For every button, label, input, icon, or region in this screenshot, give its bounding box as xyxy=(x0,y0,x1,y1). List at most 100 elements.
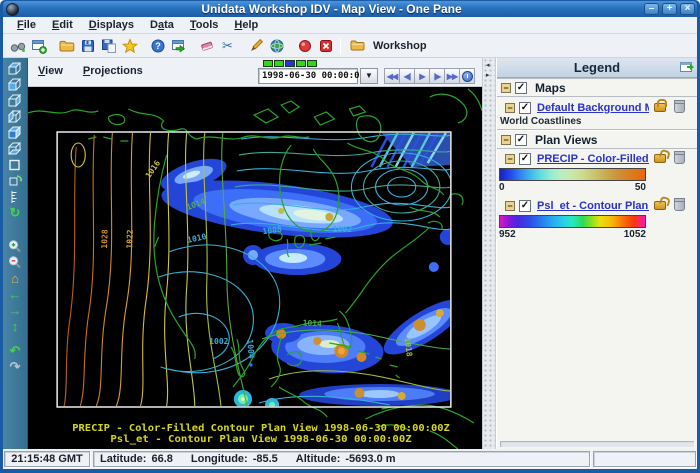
cut-button[interactable]: ✂ xyxy=(217,36,238,56)
help-button[interactable]: ? xyxy=(147,36,168,56)
precip-checkbox[interactable]: ✓ xyxy=(519,153,531,165)
save-bundle-button[interactable] xyxy=(77,36,98,56)
time-field[interactable]: 1998-06-30 00:00:00Z xyxy=(258,68,358,84)
collapse-maps-button[interactable]: − xyxy=(501,83,511,93)
trash-icon[interactable] xyxy=(674,101,685,113)
psl-colorbar[interactable] xyxy=(499,215,646,228)
globe-button[interactable] xyxy=(266,36,287,56)
time-dropdown-button[interactable]: ▼ xyxy=(360,68,378,84)
app-window: Unidata Workshop IDV - Map View - One Pa… xyxy=(0,0,700,473)
cube-view-bottom-button[interactable] xyxy=(5,141,25,156)
window-arrow-icon xyxy=(171,38,187,54)
menu-file[interactable]: File xyxy=(9,18,44,32)
erase-button[interactable] xyxy=(196,36,217,56)
favorites-button[interactable] xyxy=(119,36,140,56)
menu-edit[interactable]: Edit xyxy=(44,18,81,32)
menu-data[interactable]: Data xyxy=(142,18,182,32)
cube-view-solid-button[interactable] xyxy=(5,125,25,140)
trash-icon[interactable] xyxy=(674,199,685,211)
edit-button[interactable] xyxy=(245,36,266,56)
last-frame-button[interactable]: ▶▶ xyxy=(444,68,460,84)
cube-view-front-button[interactable] xyxy=(5,77,25,92)
pan-right-button[interactable]: → xyxy=(5,303,25,318)
refresh-button[interactable]: ↻ xyxy=(5,205,25,220)
psl-display-link[interactable]: Psl_et - Contour Plan Vi... xyxy=(537,200,649,212)
animation-properties-button[interactable] xyxy=(459,68,475,84)
exit-button[interactable] xyxy=(315,36,336,56)
cube-top-icon xyxy=(7,62,23,76)
psl-checkbox[interactable]: ✓ xyxy=(519,200,531,212)
map-visualization[interactable]: 1028 1022 1016 1014 1010 1008 1002 1002 … xyxy=(28,87,482,449)
time-step-4[interactable] xyxy=(296,60,306,67)
step-back-button[interactable]: ◀| xyxy=(399,68,415,84)
step-forward-button[interactable]: |▶ xyxy=(429,68,445,84)
svg-text:1010: 1010 xyxy=(186,232,207,245)
svg-text:1022: 1022 xyxy=(125,229,135,249)
maps-visibility-checkbox[interactable]: ✓ xyxy=(515,82,527,94)
collapse-default-maps-button[interactable]: − xyxy=(505,103,515,113)
record-button[interactable] xyxy=(294,36,315,56)
first-frame-button[interactable]: ◀◀ xyxy=(384,68,400,84)
default-maps-checkbox[interactable]: ✓ xyxy=(519,102,531,114)
reset-box-button[interactable] xyxy=(5,157,25,172)
redo-button[interactable]: ↷ xyxy=(5,359,25,374)
menu-displays[interactable]: Displays xyxy=(81,18,142,32)
chevron-down-icon: ▼ xyxy=(365,71,373,80)
animation-controls: ◀◀ ◀| ▶ |▶ ▶▶ xyxy=(385,68,475,84)
new-display-button[interactable] xyxy=(28,36,49,56)
floppy-copy-icon xyxy=(101,38,117,54)
zoom-in-button[interactable] xyxy=(5,239,25,254)
maps-group-label: Maps xyxy=(535,81,566,95)
time-step-5[interactable] xyxy=(307,60,317,67)
float-legend-icon[interactable] xyxy=(680,61,694,73)
splitter-collapse-right-icon[interactable]: ▸ xyxy=(486,72,490,79)
default-maps-link[interactable]: Default Background Maps xyxy=(537,102,649,114)
cube-front-icon xyxy=(7,78,23,92)
menu-help[interactable]: Help xyxy=(226,18,266,32)
longitude-value: -85.5 xyxy=(253,453,278,465)
precip-colorbar[interactable] xyxy=(499,168,646,181)
export-display-button[interactable] xyxy=(168,36,189,56)
trash-icon[interactable] xyxy=(674,152,685,164)
toolbar-separator xyxy=(340,38,341,54)
zoom-out-button[interactable] xyxy=(5,255,25,270)
undo-button[interactable]: ↶ xyxy=(5,343,25,358)
cube-view-top-button[interactable] xyxy=(5,61,25,76)
open-chooser-button[interactable] xyxy=(7,36,28,56)
play-button[interactable]: ▶ xyxy=(414,68,430,84)
collapse-psl-button[interactable]: − xyxy=(505,201,515,211)
rotate-button[interactable] xyxy=(5,173,25,188)
panel-splitter[interactable]: ◂ ▸ xyxy=(482,58,496,449)
time-step-1[interactable] xyxy=(263,60,273,67)
vertical-scale-button[interactable] xyxy=(5,189,25,204)
home-button[interactable]: ⌂ xyxy=(5,271,25,286)
workshop-folder-button[interactable] xyxy=(347,36,368,56)
cube-view-left-button[interactable] xyxy=(5,109,25,124)
splitter-collapse-left-icon[interactable]: ◂ xyxy=(486,62,490,69)
plan-views-checkbox[interactable]: ✓ xyxy=(515,134,527,146)
lock-icon[interactable] xyxy=(654,103,666,112)
time-step-3[interactable] xyxy=(285,60,295,67)
map-canvas[interactable]: 1028 1022 1016 1014 1010 1008 1002 1002 … xyxy=(28,87,482,449)
close-button[interactable]: × xyxy=(680,3,695,15)
unlock-icon[interactable] xyxy=(654,154,666,163)
pan-vertical-button[interactable]: ↕ xyxy=(5,319,25,334)
unlock-icon[interactable] xyxy=(654,201,666,210)
menu-view[interactable]: View xyxy=(38,65,63,77)
animation-steps-indicator[interactable] xyxy=(263,60,317,67)
minimize-button[interactable]: – xyxy=(644,3,659,15)
legend-scrollbar[interactable] xyxy=(500,441,694,447)
star-icon xyxy=(122,38,138,54)
cube-view-right-button[interactable] xyxy=(5,93,25,108)
open-bundle-button[interactable] xyxy=(56,36,77,56)
record-dot-icon xyxy=(297,38,313,54)
precip-display-link[interactable]: PRECIP - Color-Filled Co... xyxy=(537,153,649,165)
collapse-precip-button[interactable]: − xyxy=(505,154,515,164)
save-as-button[interactable] xyxy=(98,36,119,56)
maximize-button[interactable]: + xyxy=(662,3,677,15)
pan-left-button[interactable]: ← xyxy=(5,287,25,302)
time-step-2[interactable] xyxy=(274,60,284,67)
menu-projections[interactable]: Projections xyxy=(83,65,143,77)
menu-tools[interactable]: Tools xyxy=(182,18,227,32)
collapse-plan-views-button[interactable]: − xyxy=(501,135,511,145)
